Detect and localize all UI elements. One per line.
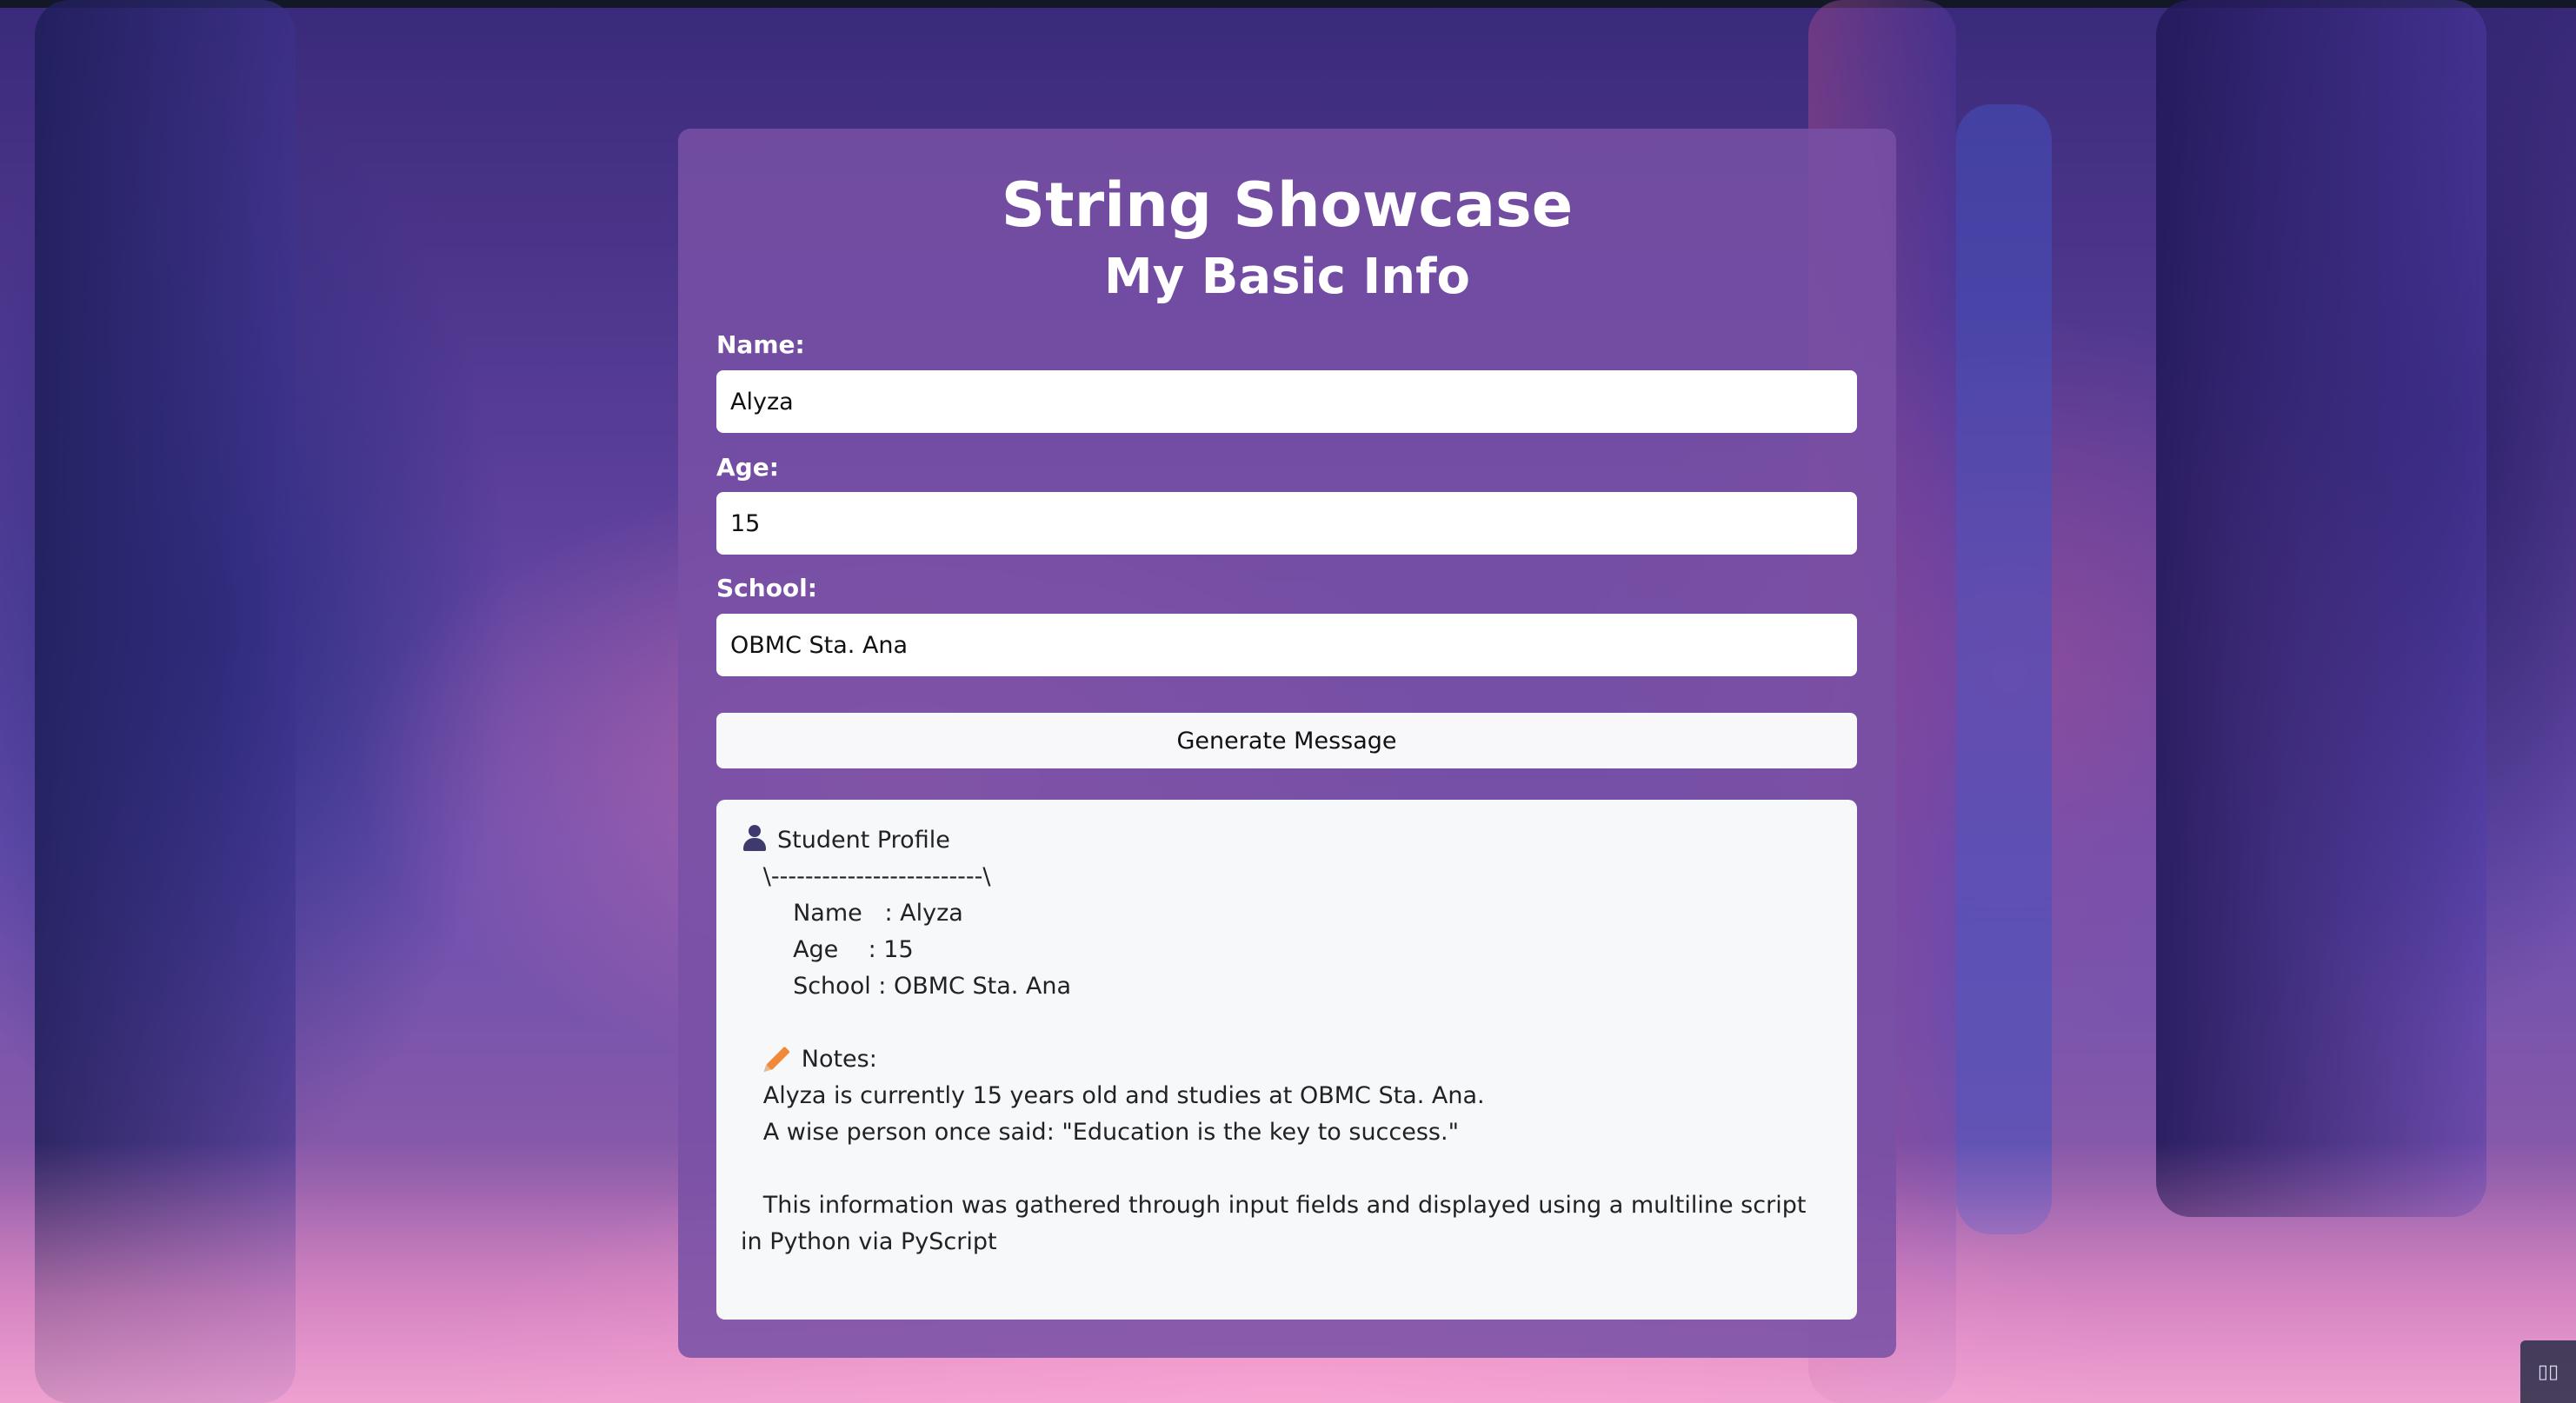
name-label: Name: [716,330,805,359]
name-input[interactable] [716,370,1857,433]
showcase-card: String Showcase My Basic Info Name: Age:… [678,129,1896,1358]
notes-title: Notes: [801,1046,877,1073]
school-label: School: [716,574,817,602]
age-label: Age: [716,453,779,482]
layout-toggle-icon[interactable]: ▯▯ [2520,1340,2576,1403]
notes-heading: Notes: [741,1041,1833,1078]
profile-name-line: Name : Alyza [741,900,963,927]
pencil-icon [763,1044,793,1071]
profile-heading: Student Profile [741,822,1833,859]
page-subtitle: My Basic Info [1104,249,1470,305]
profile-icon [741,825,769,851]
profile-school-line: School : OBMC Sta. Ana [741,973,1072,1000]
generated-message-output: Student Profile \-----------------------… [716,800,1857,1320]
school-input[interactable] [716,614,1857,676]
footer-text: This information was gathered through in… [741,1192,1814,1255]
background-tree-trunk [2156,0,2486,1217]
generate-message-button[interactable]: Generate Message [716,713,1857,768]
age-input[interactable] [716,492,1857,555]
background-tree-trunk [1956,104,2052,1234]
notes-quote-line: A wise person once said: "Education is t… [741,1119,1459,1146]
page-title: String Showcase [1001,170,1574,241]
profile-title: Student Profile [777,827,950,854]
notes-line: Alyza is currently 15 years old and stud… [741,1082,1485,1109]
profile-age-line: Age : 15 [741,936,914,963]
profile-divider: \-------------------------\ [741,863,991,890]
